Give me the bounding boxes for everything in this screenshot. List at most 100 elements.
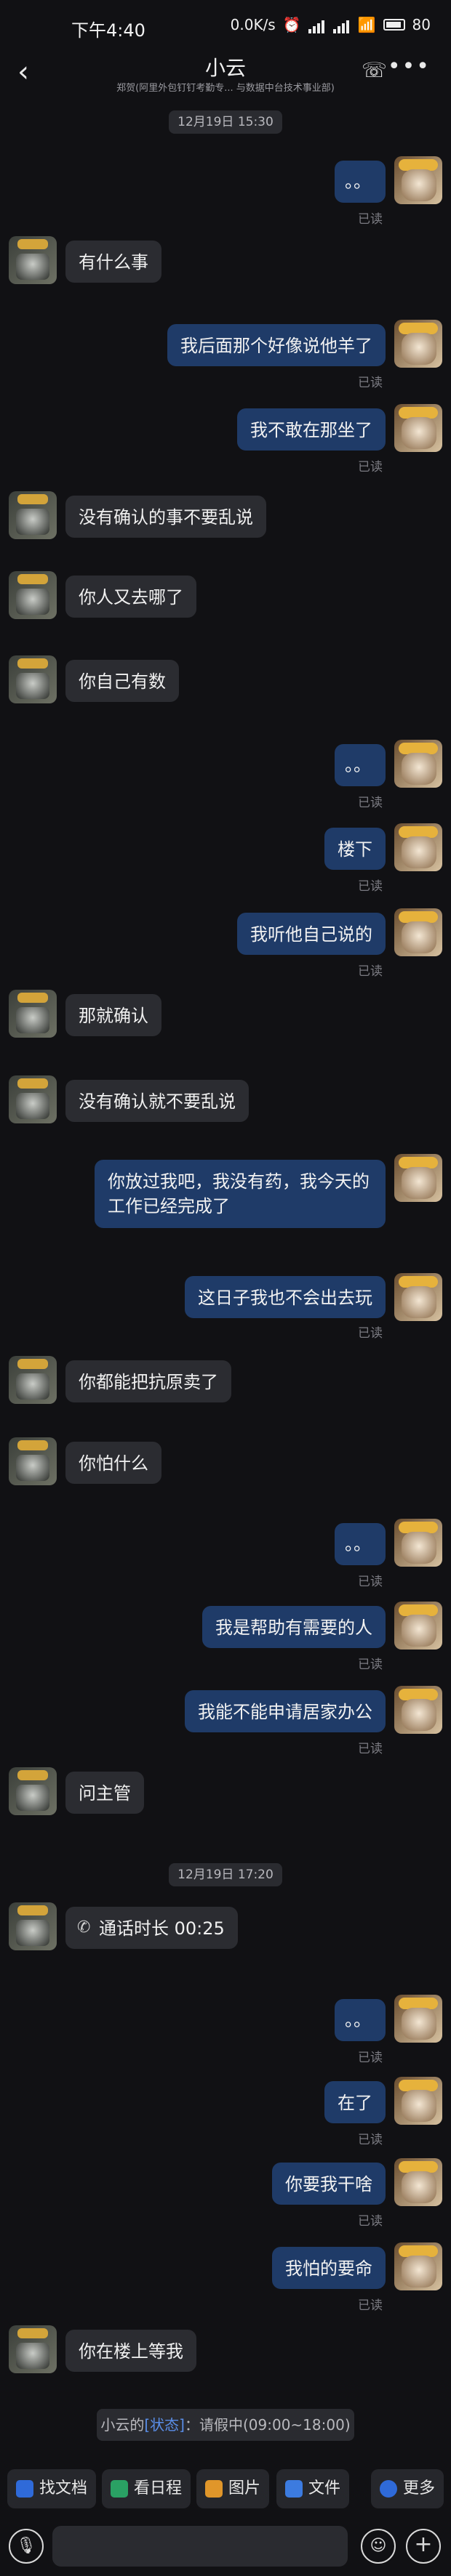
call-record-bubble[interactable]: ✆ 通话时长 00:25 (65, 1907, 238, 1949)
my-avatar[interactable] (394, 740, 442, 788)
contact-avatar[interactable] (9, 1075, 57, 1123)
message-bubble-sent[interactable]: 我是帮助有需要的人 (202, 1606, 386, 1648)
wifi-icon: 📶 (357, 16, 376, 33)
contact-avatar[interactable] (9, 655, 57, 703)
my-avatar[interactable] (394, 1519, 442, 1567)
emoji-icon[interactable]: ☺ (361, 2529, 396, 2564)
my-avatar[interactable] (394, 404, 442, 452)
my-avatar[interactable] (394, 320, 442, 368)
quick-actions-bar: 找文档 看日程 图片 文件 更多 (0, 2469, 451, 2513)
read-receipt: 已读 (358, 879, 383, 894)
message-row: 你自己有数 (0, 655, 451, 714)
message-bubble-sent[interactable]: 。。 (335, 1523, 386, 1565)
my-avatar[interactable] (394, 823, 442, 871)
my-avatar[interactable] (394, 908, 442, 956)
plus-icon[interactable]: + (406, 2529, 441, 2564)
message-bubble-sent[interactable]: 。。 (335, 161, 386, 203)
message-row: ✆ 通话时长 00:25 (0, 1902, 451, 1961)
message-bubble-received[interactable]: 那就确认 (65, 994, 161, 1036)
view-schedule-button[interactable]: 看日程 (102, 2469, 191, 2508)
phone-call-icon[interactable]: ☏ (362, 58, 387, 82)
message-row: 你在楼上等我 (0, 2325, 451, 2383)
message-bubble-received[interactable]: 有什么事 (65, 241, 161, 283)
message-row: 我听他自己说的 已读 (0, 908, 451, 981)
my-avatar[interactable] (394, 2077, 442, 2125)
timestamp-chip: 12月19日 17:20 (169, 1863, 282, 1886)
read-receipt: 已读 (358, 212, 383, 227)
contact-avatar[interactable] (9, 1767, 57, 1815)
contact-avatar[interactable] (9, 1902, 57, 1950)
contact-avatar[interactable] (9, 491, 57, 539)
message-row: 我能不能申请居家办公 已读 (0, 1686, 451, 1759)
status-notice: 小云的[状态]：请假中(09:00~18:00) (97, 2409, 354, 2441)
my-avatar[interactable] (394, 1686, 442, 1734)
status-link[interactable]: [状态] (144, 2416, 185, 2434)
message-bubble-received[interactable]: 没有确认就不要乱说 (65, 1080, 249, 1122)
document-icon (16, 2480, 33, 2498)
message-bubble-sent[interactable]: 楼下 (324, 828, 386, 870)
message-bubble-received[interactable]: 你怕什么 (65, 1442, 161, 1484)
contact-avatar[interactable] (9, 236, 57, 284)
my-avatar[interactable] (394, 156, 442, 204)
my-avatar[interactable] (394, 1273, 442, 1321)
my-avatar[interactable] (394, 2158, 442, 2206)
my-avatar[interactable] (394, 1154, 442, 1202)
read-receipt: 已读 (358, 2051, 383, 2065)
message-bubble-sent[interactable]: 我听他自己说的 (237, 913, 386, 955)
voice-input-icon[interactable]: 🎙 (9, 2529, 44, 2564)
read-receipt: 已读 (358, 460, 383, 475)
message-bubble-received[interactable]: 没有确认的事不要乱说 (65, 496, 266, 538)
my-avatar[interactable] (394, 2242, 442, 2290)
message-bubble-sent[interactable]: 我能不能申请居家办公 (185, 1690, 386, 1732)
contact-avatar[interactable] (9, 571, 57, 619)
read-receipt: 已读 (358, 1742, 383, 1756)
contact-avatar[interactable] (9, 990, 57, 1038)
file-button[interactable]: 文件 (276, 2469, 350, 2508)
contact-avatar[interactable] (9, 1437, 57, 1485)
message-row: 你人又去哪了 (0, 571, 451, 629)
timestamp-chip: 12月19日 15:30 (169, 110, 282, 134)
read-receipt: 已读 (358, 796, 383, 810)
find-docs-button[interactable]: 找文档 (7, 2469, 97, 2508)
message-bubble-sent[interactable]: 。。 (335, 744, 386, 786)
image-button[interactable]: 图片 (196, 2469, 270, 2508)
message-row: 有什么事 (0, 236, 451, 294)
contact-avatar[interactable] (9, 2325, 57, 2373)
message-bubble-received[interactable]: 问主管 (65, 1772, 144, 1814)
message-input[interactable] (52, 2526, 348, 2567)
message-row: 我是帮助有需要的人 已读 (0, 1602, 451, 1674)
image-label: 图片 (228, 2479, 261, 2498)
message-bubble-sent[interactable]: 。。 (335, 1999, 386, 2041)
message-bubble-sent[interactable]: 这日子我也不会出去玩 (185, 1276, 386, 1318)
message-bubble-sent[interactable]: 我不敢在那坐了 (237, 408, 386, 451)
message-bubble-received[interactable]: 你都能把抗原卖了 (65, 1360, 231, 1402)
contact-avatar[interactable] (9, 1356, 57, 1404)
signal-icon-2 (332, 16, 351, 33)
message-line: 工作已经完成了 (108, 1196, 230, 1216)
status-time: 下午4:40 (71, 20, 145, 41)
more-button[interactable]: 更多 (371, 2469, 444, 2508)
message-bubble-received[interactable]: 你在楼上等我 (65, 2330, 196, 2372)
message-bubble-received[interactable]: 你人又去哪了 (65, 576, 196, 618)
read-receipt: 已读 (358, 2214, 383, 2229)
message-row: 这日子我也不会出去玩 已读 (0, 1273, 451, 1346)
my-avatar[interactable] (394, 1995, 442, 2043)
message-bubble-received[interactable]: 你自己有数 (65, 660, 179, 702)
message-row: 我后面那个好像说他羊了 已读 (0, 320, 451, 392)
message-bubble-sent[interactable]: 你要我干啥 (272, 2163, 386, 2205)
my-avatar[interactable] (394, 1602, 442, 1650)
battery-icon (383, 19, 405, 31)
message-bubble-sent[interactable]: 在了 (324, 2081, 386, 2123)
message-bubble-sent[interactable]: 我后面那个好像说他羊了 (167, 324, 386, 366)
input-bar: 🎙 ☺ + (0, 2523, 451, 2576)
folder-icon (285, 2480, 303, 2498)
message-row: 问主管 (0, 1767, 451, 1825)
message-row: 你都能把抗原卖了 (0, 1356, 451, 1414)
read-receipt: 已读 (358, 2298, 383, 2313)
message-row: 。。 已读 (0, 156, 451, 229)
read-receipt: 已读 (358, 2133, 383, 2147)
more-options-icon[interactable]: ••• (388, 54, 431, 79)
message-row: 我怕的要命 已读 (0, 2242, 451, 2315)
message-bubble-sent[interactable]: 我怕的要命 (272, 2247, 386, 2289)
message-bubble-sent[interactable]: 你放过我吧，我没有药，我今天的 工作已经完成了 (95, 1160, 386, 1228)
